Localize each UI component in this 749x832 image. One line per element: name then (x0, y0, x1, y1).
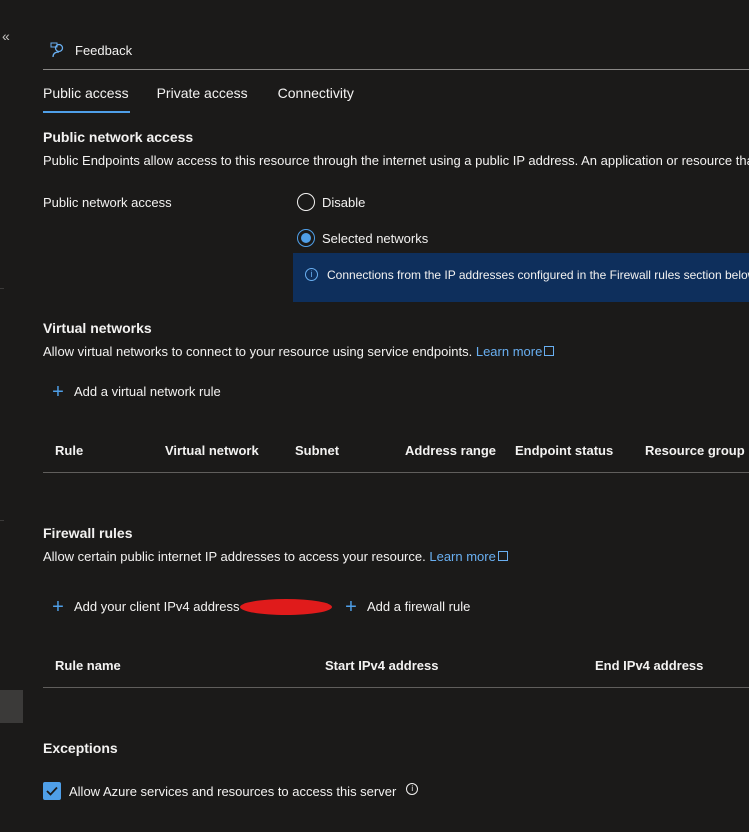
column-header-rule[interactable]: Rule (55, 443, 83, 458)
feedback-button[interactable]: Feedback (50, 42, 132, 59)
public-network-heading: Public network access (43, 129, 194, 145)
column-header-endpoint-status[interactable]: Endpoint status (515, 443, 613, 458)
radio-disable-circle[interactable] (297, 193, 315, 211)
sidebar-scroll-thumb[interactable] (0, 690, 23, 723)
plus-icon: + (52, 595, 64, 618)
table-header-divider (43, 472, 749, 473)
sidebar-divider (0, 520, 4, 521)
tab-private-access[interactable]: Private access (157, 85, 248, 113)
info-icon[interactable]: i (406, 783, 419, 795)
info-icon: i (305, 268, 318, 281)
column-header-address-range[interactable]: Address range (405, 443, 496, 458)
column-header-resource-group[interactable]: Resource group (645, 443, 745, 458)
radio-disable-label: Disable (322, 194, 366, 210)
add-firewall-rule-button[interactable]: + Add a firewall rule (343, 595, 471, 618)
add-virtual-network-rule-label: Add a virtual network rule (74, 384, 221, 399)
column-header-virtual-network[interactable]: Virtual network (165, 443, 259, 458)
feedback-icon (50, 42, 64, 58)
feedback-label: Feedback (75, 43, 133, 58)
learn-more-label: Learn more (475, 344, 543, 359)
firewall-rules-description: Allow certain public internet IP address… (43, 549, 508, 564)
radio-selected-networks[interactable]: Selected networks (297, 229, 428, 247)
add-client-ipv4-label: Add your client IPv4 address (74, 599, 240, 614)
learn-more-label: Learn more (429, 549, 496, 564)
virtual-networks-description-text: Allow virtual networks to connect to you… (43, 344, 473, 359)
firewall-rules-learn-more-link[interactable]: Learn more (429, 549, 508, 564)
column-header-rule-name[interactable]: Rule name (55, 658, 121, 673)
allow-azure-services-checkbox-row[interactable]: Allow Azure services and resources to ac… (43, 782, 419, 800)
tab-connectivity[interactable]: Connectivity (278, 85, 354, 113)
virtual-networks-learn-more-link[interactable]: Learn more (475, 344, 555, 359)
radio-selected-networks-circle[interactable] (297, 229, 315, 247)
toolbar-divider (43, 69, 749, 70)
add-client-ipv4-button[interactable]: + Add your client IPv4 address (50, 595, 240, 618)
virtual-networks-heading: Virtual networks (43, 320, 152, 336)
info-message-bar: i Connections from the IP addresses conf… (293, 253, 749, 302)
virtual-networks-description: Allow virtual networks to connect to you… (43, 344, 555, 359)
external-link-icon (497, 551, 508, 561)
tab-bar: Public access Private access Connectivit… (43, 85, 384, 113)
sidebar-divider (0, 288, 4, 289)
public-network-field-label: Public network access (43, 195, 172, 210)
column-header-subnet[interactable]: Subnet (295, 443, 339, 458)
plus-icon: + (52, 380, 64, 403)
add-firewall-rule-label: Add a firewall rule (367, 599, 471, 614)
plus-icon: + (345, 595, 357, 618)
external-link-icon (544, 346, 555, 356)
table-header-divider (43, 687, 749, 688)
redaction-mark (240, 599, 332, 615)
column-header-start-ipv4[interactable]: Start IPv4 address (325, 658, 438, 673)
public-network-description: Public Endpoints allow access to this re… (43, 153, 749, 168)
tab-public-access[interactable]: Public access (43, 85, 130, 113)
exceptions-heading: Exceptions (43, 740, 118, 756)
allow-azure-services-checkbox[interactable] (43, 782, 61, 800)
firewall-rules-heading: Firewall rules (43, 525, 133, 541)
add-virtual-network-rule-button[interactable]: + Add a virtual network rule (50, 380, 221, 403)
allow-azure-services-label: Allow Azure services and resources to ac… (69, 783, 397, 799)
radio-disable[interactable]: Disable (297, 193, 365, 211)
checkmark-icon (46, 786, 58, 796)
firewall-rules-description-text: Allow certain public internet IP address… (43, 549, 426, 564)
radio-selected-networks-label: Selected networks (322, 230, 429, 246)
info-message-text: Connections from the IP addresses config… (327, 268, 749, 282)
collapse-sidebar-icon[interactable]: « (2, 28, 10, 44)
column-header-end-ipv4[interactable]: End IPv4 address (595, 658, 703, 673)
